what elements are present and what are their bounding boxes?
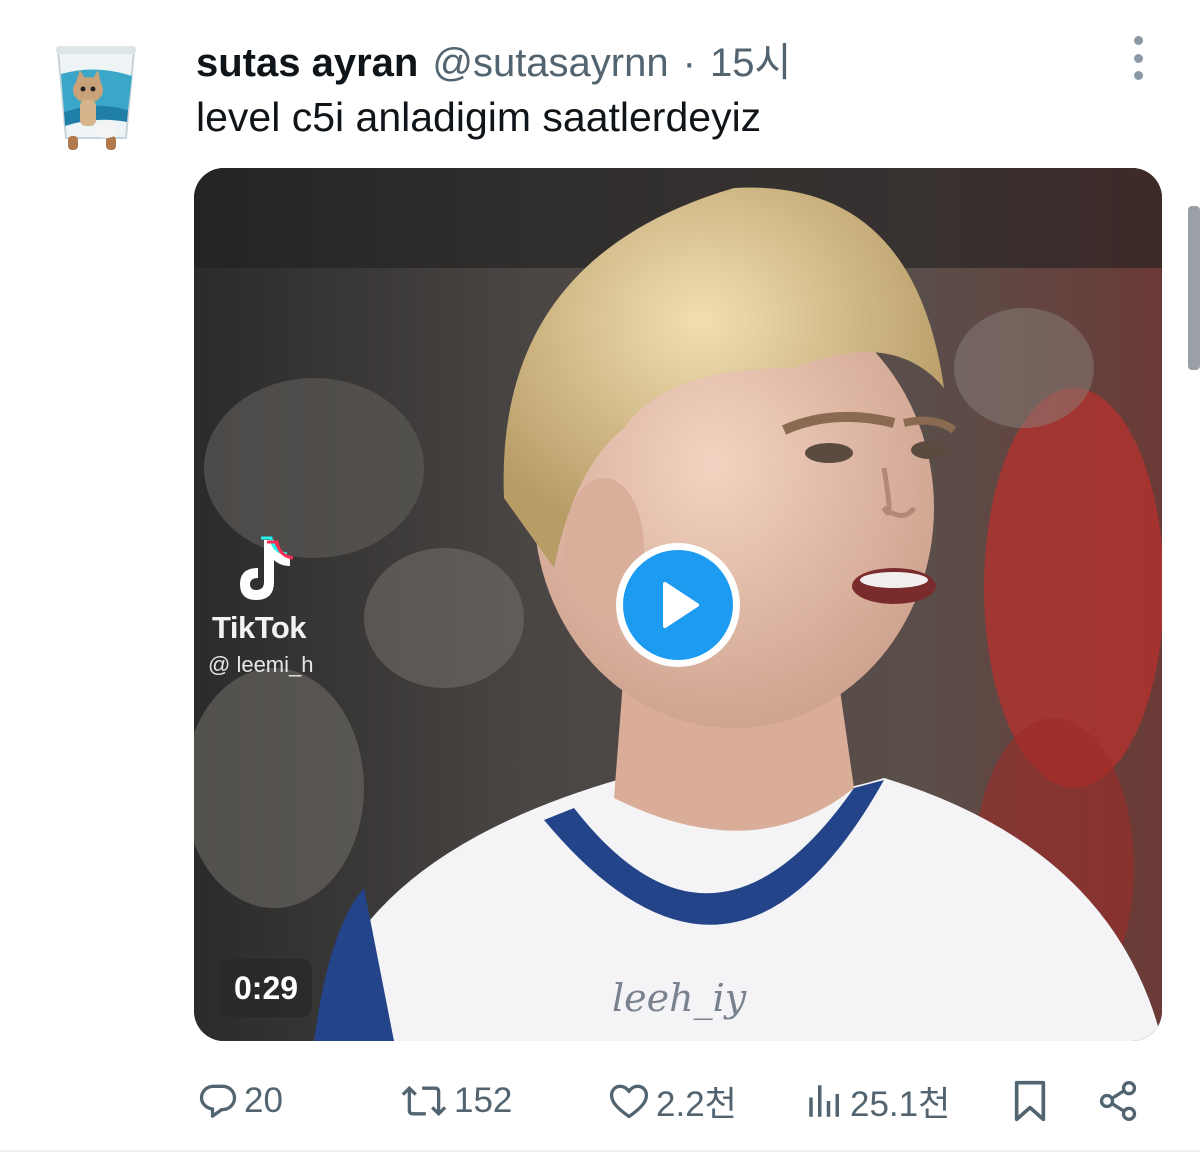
view-count: 25.1천 (850, 1084, 951, 1124)
timestamp[interactable]: 15시 (710, 30, 791, 88)
like-button[interactable]: 2.2천 (606, 1066, 737, 1136)
scrollbar[interactable] (1188, 206, 1200, 370)
reply-count: 20 (244, 1081, 283, 1120)
tiktok-label: TikTok (212, 610, 307, 645)
reply-icon (199, 1084, 237, 1118)
user-handle[interactable]: @sutasayrnn (432, 41, 668, 86)
bookmark-button[interactable] (1010, 1066, 1050, 1136)
action-bar: 20 152 2.2천 25.1천 (0, 1066, 1200, 1136)
avatar-image (56, 46, 136, 150)
play-button[interactable] (616, 543, 740, 667)
video-watermark: leeh_iy (612, 976, 747, 1020)
avatar[interactable] (44, 38, 148, 156)
tiktok-logo-icon (240, 536, 294, 600)
tweet-header: sutas ayran @sutasayrnn · 15시 (196, 30, 791, 85)
separator-dot: · (682, 41, 696, 85)
views-button[interactable]: 25.1천 (804, 1066, 950, 1136)
divider (0, 1150, 1200, 1152)
reply-button[interactable]: 20 (196, 1066, 283, 1136)
video-duration: 0:29 (220, 959, 313, 1017)
more-icon[interactable] (1118, 36, 1158, 80)
retweet-button[interactable]: 152 (398, 1066, 512, 1136)
share-button[interactable] (1096, 1066, 1140, 1136)
bookmark-icon (1014, 1080, 1046, 1122)
retweet-icon (401, 1085, 447, 1117)
views-icon (809, 1085, 839, 1117)
tiktok-handle: @ leemi_h (208, 652, 314, 677)
play-icon (623, 550, 733, 660)
like-icon (609, 1084, 649, 1119)
display-name[interactable]: sutas ayran (196, 41, 418, 86)
like-count: 2.2천 (656, 1084, 737, 1124)
share-icon (1099, 1081, 1137, 1121)
tweet[interactable]: sutas ayran @sutasayrnn · 15시 level c5i … (0, 0, 1200, 1172)
retweet-count: 152 (454, 1081, 513, 1120)
tweet-text: level c5i anladigim saatlerdeyiz (196, 94, 762, 140)
